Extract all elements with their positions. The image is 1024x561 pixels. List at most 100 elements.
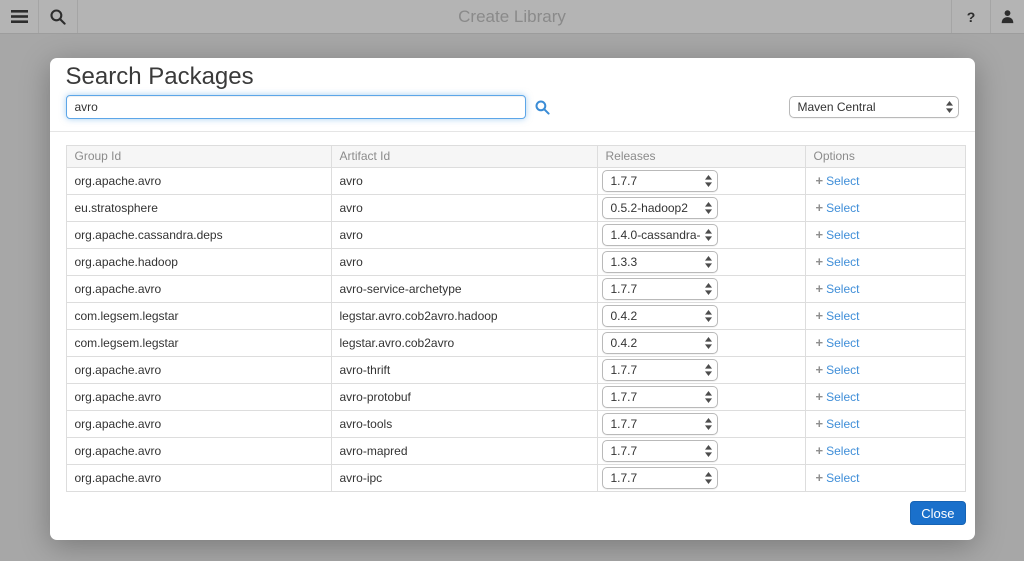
artifact-id-cell: avro-thrift [331,357,597,384]
nav-search-button[interactable] [39,0,78,33]
top-navbar: Create Library ? [0,0,1024,34]
options-cell: + Select [805,222,965,249]
options-cell: + Select [805,303,965,330]
select-link-label: Select [826,332,859,354]
release-version-select[interactable]: 0.4.2 [602,305,718,327]
select-link-label: Select [826,170,859,192]
release-version-select[interactable]: 1.7.7 [602,170,718,192]
select-arrows-icon [705,310,712,322]
options-cell: + Select [805,411,965,438]
select-package-link[interactable]: + Select [816,278,860,300]
group-id-cell: org.apache.avro [66,384,331,411]
select-package-link[interactable]: + Select [816,413,860,435]
search-row: Maven Central [66,95,959,119]
release-version-select[interactable]: 0.4.2 [602,332,718,354]
select-link-label: Select [826,359,859,381]
select-package-link[interactable]: + Select [816,359,860,381]
user-icon [1000,9,1015,24]
options-cell: + Select [805,384,965,411]
select-link-label: Select [826,467,859,489]
release-version-select[interactable]: 1.7.7 [602,386,718,408]
releases-cell: 1.7.7 [597,438,805,465]
navbar-right-group: ? [951,0,1024,33]
table-row: org.apache.hadoop avro 1.3.3 + Select [66,249,965,276]
select-package-link[interactable]: + Select [816,440,860,462]
select-package-link[interactable]: + Select [816,305,860,327]
select-package-link[interactable]: + Select [816,332,860,354]
plus-icon: + [816,224,824,246]
hamburger-icon [11,10,28,23]
select-arrows-icon [705,337,712,349]
select-package-link[interactable]: + Select [816,386,860,408]
releases-cell: 0.4.2 [597,303,805,330]
options-cell: + Select [805,249,965,276]
menu-button[interactable] [0,0,39,33]
package-search-input[interactable] [66,95,526,119]
options-cell: + Select [805,357,965,384]
releases-cell: 1.7.7 [597,384,805,411]
plus-icon: + [816,278,824,300]
plus-icon: + [816,305,824,327]
group-id-cell: org.apache.avro [66,465,331,492]
release-version-select[interactable]: 1.4.0-cassandra-1 [602,224,718,246]
release-version-select[interactable]: 1.7.7 [602,359,718,381]
repository-select[interactable]: Maven Central [789,96,959,118]
table-row: org.apache.avro avro-thrift 1.7.7 + Sele… [66,357,965,384]
artifact-id-cell: avro-mapred [331,438,597,465]
select-package-link[interactable]: + Select [816,467,860,489]
release-version-select[interactable]: 1.7.7 [602,467,718,489]
select-package-link[interactable]: + Select [816,197,860,219]
artifact-id-cell: avro [331,195,597,222]
modal-title: Search Packages [66,63,959,91]
plus-icon: + [816,413,824,435]
select-arrows-icon [705,283,712,295]
release-version-select[interactable]: 1.7.7 [602,278,718,300]
releases-cell: 1.4.0-cassandra-1 [597,222,805,249]
release-version-select[interactable]: 1.7.7 [602,440,718,462]
table-row: org.apache.avro avro 1.7.7 + Select [66,168,965,195]
help-icon: ? [967,9,976,25]
select-link-label: Select [826,224,859,246]
close-button[interactable]: Close [910,501,965,525]
group-id-cell: eu.stratosphere [66,195,331,222]
table-header-row: Group Id Artifact Id Releases Options [66,146,965,168]
search-icon [535,100,550,115]
select-arrows-icon [946,101,953,113]
user-menu-button[interactable] [990,0,1024,33]
search-submit-button[interactable] [535,100,550,115]
artifact-id-cell: legstar.avro.cob2avro.hadoop [331,303,597,330]
releases-cell: 1.3.3 [597,249,805,276]
select-package-link[interactable]: + Select [816,170,860,192]
artifact-id-cell: avro [331,168,597,195]
releases-cell: 1.7.7 [597,168,805,195]
group-id-cell: org.apache.avro [66,411,331,438]
select-link-label: Select [826,278,859,300]
select-link-label: Select [826,440,859,462]
release-version-select[interactable]: 1.3.3 [602,251,718,273]
artifact-id-cell: avro [331,222,597,249]
column-header-group-id: Group Id [66,146,331,168]
options-cell: + Select [805,168,965,195]
artifact-id-cell: avro-protobuf [331,384,597,411]
release-version-select[interactable]: 1.7.7 [602,413,718,435]
table-row: com.legsem.legstar legstar.avro.cob2avro… [66,330,965,357]
select-arrows-icon [705,202,712,214]
table-row: eu.stratosphere avro 0.5.2-hadoop2 + Sel… [66,195,965,222]
group-id-cell: org.apache.cassandra.deps [66,222,331,249]
select-package-link[interactable]: + Select [816,224,860,246]
modal-footer: Close [50,492,975,540]
plus-icon: + [816,170,824,192]
table-row: org.apache.avro avro-service-archetype 1… [66,276,965,303]
select-package-link[interactable]: + Select [816,251,860,273]
select-link-label: Select [826,386,859,408]
table-row: org.apache.avro avro-protobuf 1.7.7 + Se… [66,384,965,411]
help-button[interactable]: ? [951,0,990,33]
release-version-select[interactable]: 0.5.2-hadoop2 [602,197,718,219]
artifact-id-cell: avro [331,249,597,276]
artifact-id-cell: avro-ipc [331,465,597,492]
plus-icon: + [816,332,824,354]
table-row: com.legsem.legstar legstar.avro.cob2avro… [66,303,965,330]
table-row: org.apache.avro avro-tools 1.7.7 + Selec… [66,411,965,438]
group-id-cell: org.apache.avro [66,168,331,195]
column-header-releases: Releases [597,146,805,168]
